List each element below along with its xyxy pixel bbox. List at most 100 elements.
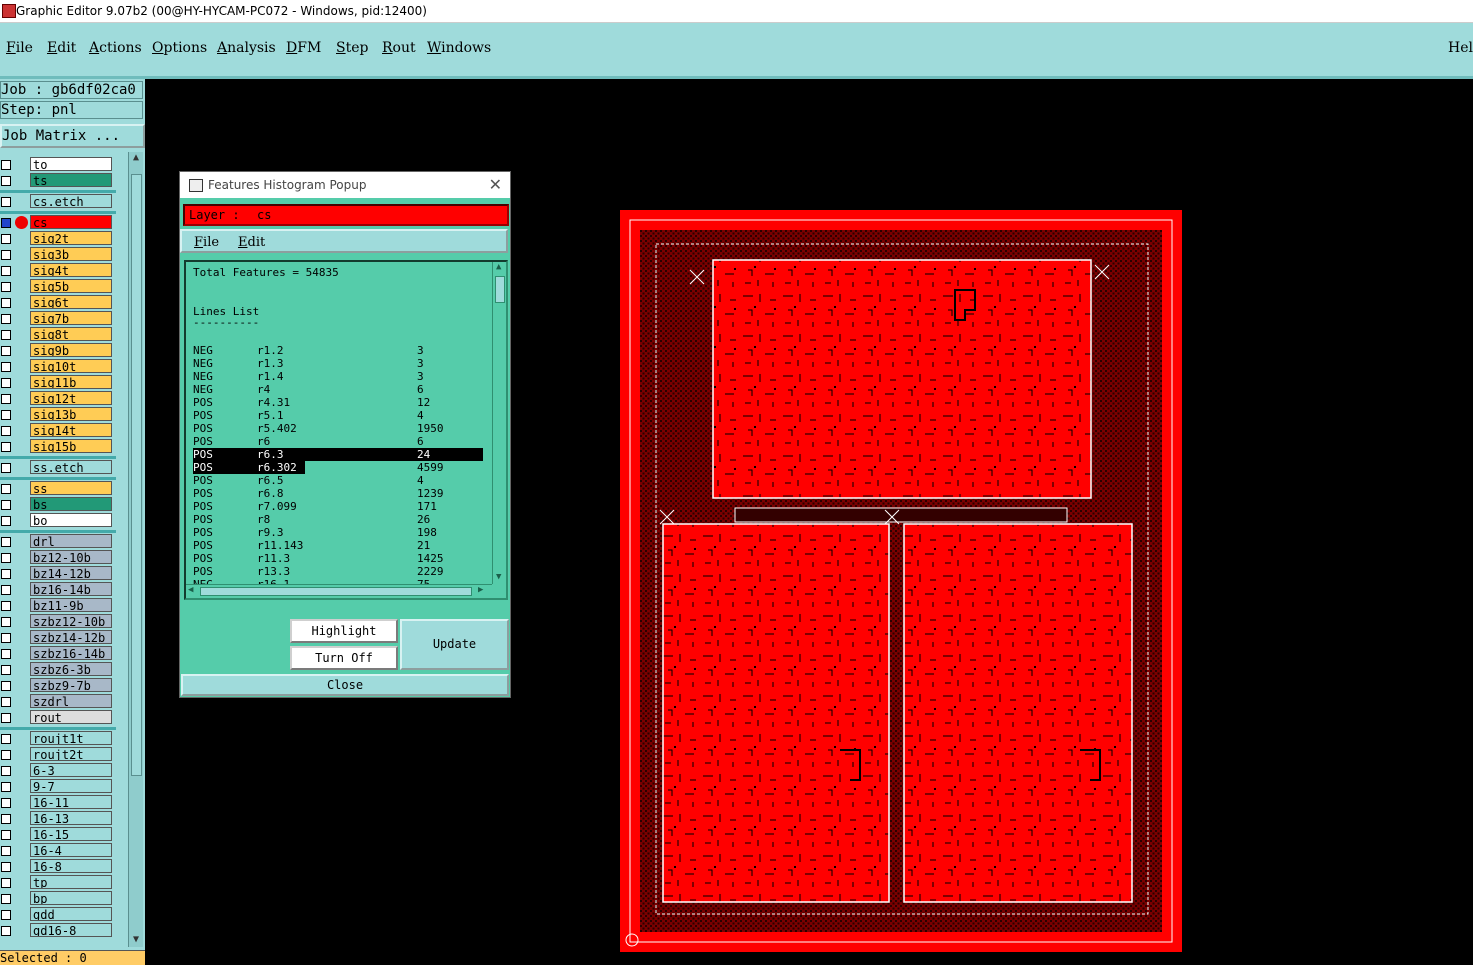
layer-row[interactable]: 6-3 [0, 763, 116, 778]
layer-row[interactable]: sig2t [0, 231, 116, 246]
layer-checkbox[interactable] [1, 410, 11, 420]
histogram-row[interactable]: NEG r1.4 3 [193, 370, 483, 383]
layer-name[interactable]: bo [30, 513, 112, 527]
close-icon[interactable]: ✕ [489, 172, 502, 198]
scroll-left-icon[interactable]: ◀ [188, 585, 193, 595]
layer-row[interactable]: 16-8 [0, 859, 116, 874]
layer-checkbox[interactable] [1, 830, 11, 840]
layer-row[interactable]: cs [0, 215, 116, 230]
histogram-row[interactable]: POS r6.3 24 [193, 448, 483, 461]
layer-checkbox[interactable] [1, 250, 11, 260]
layer-checkbox[interactable] [1, 681, 11, 691]
layer-checkbox[interactable] [1, 537, 11, 547]
histogram-row[interactable]: POS r11.3 1425 [193, 552, 483, 565]
layer-checkbox[interactable] [1, 330, 11, 340]
layer-name[interactable]: 16-11 [30, 795, 112, 809]
layer-row[interactable]: cs.etch [0, 194, 116, 209]
layer-name[interactable]: bp [30, 891, 112, 905]
layer-name[interactable]: sig4t [30, 263, 112, 277]
layer-checkbox[interactable] [1, 282, 11, 292]
layer-checkbox[interactable] [1, 910, 11, 920]
layer-name[interactable]: ss.etch [30, 460, 112, 474]
layer-name[interactable]: sig6t [30, 295, 112, 309]
layer-name[interactable]: 16-15 [30, 827, 112, 841]
scroll-thumb[interactable] [131, 174, 142, 776]
layer-checkbox[interactable] [1, 516, 11, 526]
menu-edit[interactable]: Edit [47, 40, 76, 56]
layer-checkbox[interactable] [1, 176, 11, 186]
layer-row[interactable]: sig10t [0, 359, 116, 374]
layer-checkbox[interactable] [1, 750, 11, 760]
histogram-row[interactable]: POS r5.1 4 [193, 409, 483, 422]
histogram-row[interactable]: POS r8 26 [193, 513, 483, 526]
layer-checkbox[interactable] [1, 649, 11, 659]
layer-checkbox[interactable] [1, 426, 11, 436]
layer-name[interactable]: szbz12-10b [30, 614, 112, 628]
menu-analysis[interactable]: Analysis [217, 40, 276, 56]
layer-row[interactable]: sig4t [0, 263, 116, 278]
layer-name[interactable]: 16-13 [30, 811, 112, 825]
layer-name[interactable]: sig9b [30, 343, 112, 357]
layer-name[interactable]: szdrl [30, 694, 112, 708]
layer-checkbox[interactable] [1, 378, 11, 388]
layer-name[interactable]: szbz9-7b [30, 678, 112, 692]
hscroll-thumb[interactable] [200, 587, 472, 596]
layer-row[interactable]: sig9b [0, 343, 116, 358]
layer-checkbox[interactable] [1, 766, 11, 776]
layer-name[interactable]: sig8t [30, 327, 112, 341]
layer-name[interactable]: bz11-9b [30, 598, 112, 612]
layer-checkbox[interactable] [1, 553, 11, 563]
layer-checkbox[interactable] [1, 697, 11, 707]
job-matrix-button[interactable]: Job Matrix ... [0, 124, 145, 148]
layer-checkbox[interactable] [1, 394, 11, 404]
layer-name[interactable]: bs [30, 497, 112, 511]
layer-checkbox[interactable] [1, 782, 11, 792]
layer-row[interactable]: szbz6-3b [0, 662, 116, 677]
layer-name[interactable]: 16-8 [30, 859, 112, 873]
layer-name[interactable]: bz12-10b [30, 550, 112, 564]
layer-row[interactable]: bp [0, 891, 116, 906]
layer-name[interactable]: tp [30, 875, 112, 889]
layer-checkbox[interactable] [1, 346, 11, 356]
layer-row[interactable]: tp [0, 875, 116, 890]
layer-checkbox[interactable] [1, 862, 11, 872]
layer-row[interactable]: sig8t [0, 327, 116, 342]
layer-row[interactable]: sig6t [0, 295, 116, 310]
layer-row[interactable]: szbz14-12b [0, 630, 116, 645]
layer-name[interactable]: bz14-12b [30, 566, 112, 580]
histogram-list[interactable]: Total Features = 54835 Lines List ------… [184, 260, 508, 600]
layer-row[interactable]: sig14t [0, 423, 116, 438]
layer-name[interactable]: bz16-14b [30, 582, 112, 596]
layer-row[interactable]: sig15b [0, 439, 116, 454]
layer-row[interactable]: rout [0, 710, 116, 725]
scroll-down-icon[interactable]: ▼ [130, 934, 142, 946]
layer-checkbox[interactable] [1, 160, 11, 170]
layer-row[interactable]: sig13b [0, 407, 116, 422]
layer-name[interactable]: sig14t [30, 423, 112, 437]
layer-checkbox[interactable] [1, 734, 11, 744]
menu-windows[interactable]: Windows [427, 40, 491, 56]
highlight-button[interactable]: Highlight [290, 619, 398, 643]
layer-name[interactable]: gd16-8 [30, 923, 112, 937]
layer-list-scrollbar[interactable]: ▲ ▼ [128, 152, 143, 947]
popup-menu-edit[interactable]: Edit [238, 231, 265, 255]
close-button[interactable]: Close [181, 674, 509, 696]
layer-checkbox[interactable] [1, 463, 11, 473]
layer-name[interactable]: rout [30, 710, 112, 724]
layer-row[interactable]: drl [0, 534, 116, 549]
layer-checkbox[interactable] [1, 442, 11, 452]
layer-checkbox[interactable] [1, 926, 11, 936]
scroll-up-icon[interactable]: ▲ [130, 152, 142, 164]
layer-row[interactable]: szbz9-7b [0, 678, 116, 693]
layer-row[interactable]: to [0, 157, 116, 172]
layer-row[interactable]: bz14-12b [0, 566, 116, 581]
layer-name[interactable]: gdd [30, 907, 112, 921]
layer-checkbox[interactable] [1, 314, 11, 324]
layer-row[interactable]: 16-4 [0, 843, 116, 858]
layer-checkbox[interactable] [1, 266, 11, 276]
layer-name[interactable]: 16-4 [30, 843, 112, 857]
layer-row[interactable]: 16-13 [0, 811, 116, 826]
layer-row[interactable]: sig11b [0, 375, 116, 390]
histogram-row[interactable]: POS r6 6 [193, 435, 483, 448]
layer-checkbox[interactable] [1, 665, 11, 675]
